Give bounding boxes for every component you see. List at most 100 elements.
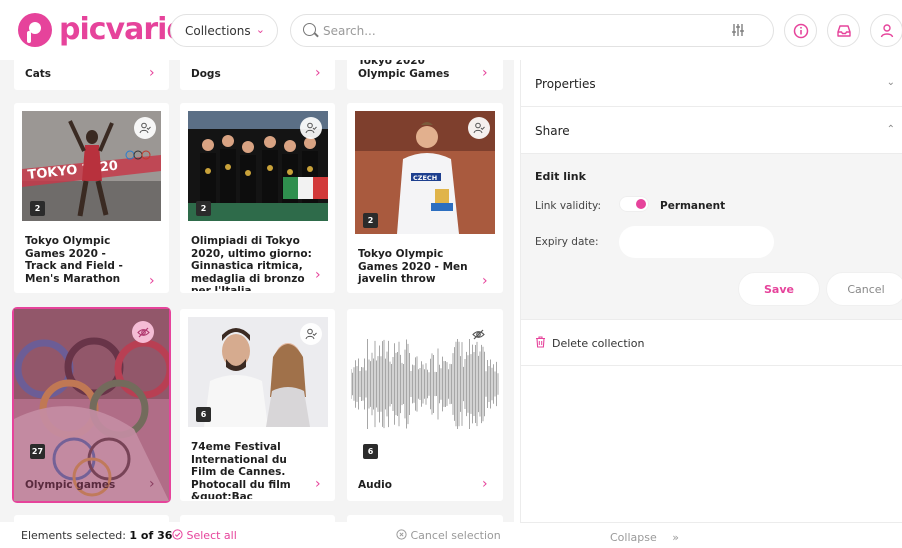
chevron-right-icon: › [482,476,488,492]
info-icon [793,23,808,38]
share-user-button[interactable] [300,323,322,345]
select-all-label: Select all [186,529,237,542]
panel-footer: Collapse » [520,522,902,548]
search-input[interactable] [323,21,723,41]
collection-card-audio[interactable]: 6 Audio › [347,309,503,501]
collections-label: Collections [185,23,251,38]
selection-footer: Elements selected: 1 of 36 Select all Ca… [0,522,514,548]
eye-off-icon [136,327,150,337]
double-chevron-right-icon: » [672,531,679,544]
delete-collection-label: Delete collection [552,337,645,350]
collection-card-partial[interactable] [14,515,169,522]
selection-prefix: Elements selected: [21,529,126,542]
item-count-badge: 2 [363,213,378,228]
link-validity-value: Permanent [660,200,726,212]
details-panel: Properties ⌄ Share ⌃ Edit link Link vali… [520,60,902,522]
collection-card-tokyo-games[interactable]: Tokyo 2020 Olympic Games › [347,60,503,90]
card-title: Audio [358,479,392,491]
app-header: picvario Collections ⌄ [0,0,902,60]
chevron-right-icon: › [149,273,155,289]
trash-icon [536,336,545,348]
share-user-button[interactable] [300,117,322,139]
card-title: Dogs [191,68,221,80]
user-check-icon [305,328,317,340]
visibility-button[interactable] [132,321,154,343]
chevron-right-icon: › [482,273,488,289]
chevron-down-icon: ⌄ [886,77,895,88]
chevron-right-icon: › [315,65,321,81]
eye-off-icon [471,329,485,339]
share-settings: Edit link Link validity: Permanent Expir… [521,154,902,320]
inbox-button[interactable] [827,14,860,47]
collection-grid: Cats › Dogs › Tokyo 2020 Olympic Games ›… [0,60,514,522]
collection-card-cannes[interactable]: 6 74eme Festival International du Film d… [180,309,335,501]
user-check-icon [139,122,151,134]
properties-label: Properties [535,77,596,91]
chevron-right-icon: › [315,476,321,492]
item-count-badge: 2 [196,201,211,216]
card-title: Olympic games [25,479,116,491]
logo-mark-icon [18,13,52,47]
filter-icon[interactable] [731,23,745,37]
card-title: 74eme Festival International du Film de … [191,441,291,499]
collection-card-ginnastica[interactable]: 2 Olimpiadi di Tokyo 2020, ultimo giorno… [180,103,335,293]
collection-card-partial[interactable] [180,515,335,522]
inbox-icon [836,24,851,37]
item-count-badge: 6 [363,444,378,459]
item-count-badge: 2 [30,201,45,216]
card-title: Tokyo 2020 Olympic Games [358,60,450,80]
selection-status: Elements selected: 1 of 36 [21,529,172,542]
collection-card-partial[interactable] [347,515,503,522]
collection-card-dogs[interactable]: Dogs › [180,60,335,90]
share-label: Share [535,124,570,138]
collection-card-javelin[interactable]: CZECH 2 Tokyo Olympic Games 2020 - Men j… [347,103,503,293]
chevron-right-icon: › [149,65,155,81]
picvario-logo[interactable]: picvario [18,12,187,47]
audio-waveform [351,339,499,429]
chevron-right-icon: › [315,267,321,283]
item-count-badge: 27 [30,444,45,459]
selection-count: 1 of 36 [129,529,173,542]
cancel-selection-button[interactable]: Cancel selection [396,529,501,542]
share-user-button[interactable] [134,117,156,139]
expiry-date-label: Expiry date: [535,236,599,248]
card-title: Tokyo Olympic Games 2020 - Track and Fie… [25,235,123,285]
card-title: Tokyo Olympic Games 2020 - Men javelin t… [358,248,468,285]
edit-link-heading: Edit link [535,170,586,183]
link-validity-toggle[interactable] [619,196,649,212]
delete-collection-button[interactable]: Delete collection [521,320,902,366]
check-circle-icon [172,529,183,540]
collapse-button[interactable]: Collapse » [610,531,679,544]
link-validity-label: Link validity: [535,200,602,212]
collapse-label: Collapse [610,531,657,544]
chevron-down-icon: ⌄ [255,23,265,36]
card-thumbnail [351,339,499,429]
card-title: Cats [25,68,52,80]
user-icon [880,23,893,37]
share-section-header[interactable]: Share ⌃ [521,107,902,154]
cancel-selection-label: Cancel selection [410,529,501,542]
expiry-date-input[interactable] [619,226,774,258]
chevron-right-icon: › [149,476,155,492]
chevron-up-icon: ⌃ [886,124,895,135]
collection-card-marathon[interactable]: TOKYO 2020 2 Tokyo Olympic Games 2020 - … [14,103,169,293]
collections-dropdown[interactable]: Collections ⌄ [170,14,278,47]
properties-section-header[interactable]: Properties ⌄ [521,60,902,107]
user-button[interactable] [870,14,902,47]
share-user-button[interactable] [468,117,490,139]
cancel-button[interactable]: Cancel [826,272,902,306]
logo-text: picvario [59,12,187,47]
svg-text:CZECH: CZECH [413,174,437,182]
info-button[interactable] [784,14,817,47]
save-button[interactable]: Save [738,272,820,306]
user-check-icon [473,122,485,134]
visibility-button[interactable] [467,323,489,345]
collection-card-cats[interactable]: Cats › [14,60,169,90]
search-icon [303,23,316,36]
card-title: Olimpiadi di Tokyo 2020, ultimo giorno: … [191,235,312,291]
close-circle-icon [396,529,407,540]
chevron-right-icon: › [482,65,488,81]
collection-card-olympic-games[interactable]: 27 Olympic games › [12,307,171,503]
select-all-button[interactable]: Select all [172,529,237,542]
user-check-icon [305,122,317,134]
